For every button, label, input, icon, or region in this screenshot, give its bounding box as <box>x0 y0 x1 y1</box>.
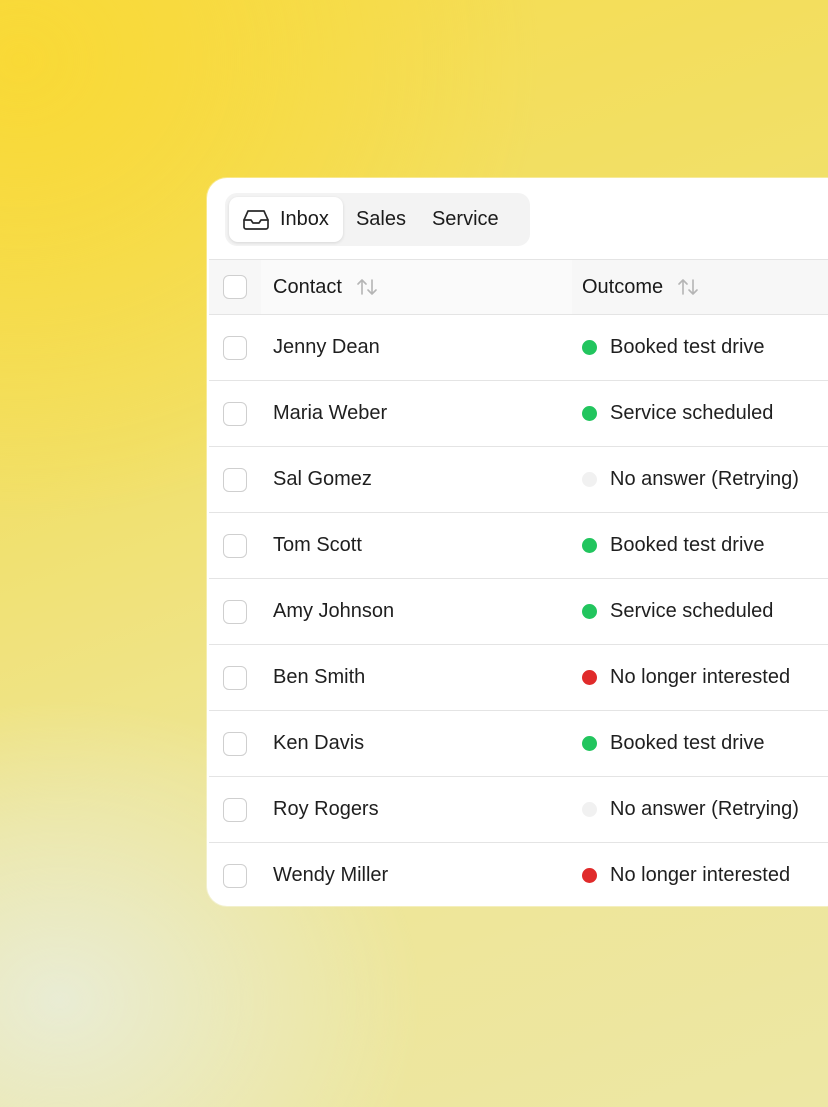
inbox-icon <box>242 209 270 231</box>
table-row[interactable]: Maria Weber Service scheduled <box>209 380 828 446</box>
tab-inbox-label: Inbox <box>280 208 329 230</box>
contact-cell: Roy Rogers <box>273 798 379 820</box>
status-dot <box>582 868 597 883</box>
table-row[interactable]: Ken Davis Booked test drive <box>209 710 828 776</box>
contacts-panel: Inbox Sales Service Contact Outcome Jenn… <box>207 178 828 906</box>
contact-cell: Amy Johnson <box>273 600 395 622</box>
contact-header[interactable]: Contact <box>261 260 572 314</box>
row-check-cell <box>209 711 261 776</box>
table-row[interactable]: Sal Gomez No answer (Retrying) <box>209 446 828 512</box>
outcome-text: Booked test drive <box>610 732 765 754</box>
row-checkbox[interactable] <box>223 467 247 492</box>
row-check-cell <box>209 579 261 644</box>
status-dot <box>582 472 597 487</box>
row-checkbox[interactable] <box>223 599 247 624</box>
tab-bar: Inbox Sales Service <box>225 193 530 246</box>
status-dot <box>582 538 597 553</box>
outcome-cell: No longer interested <box>572 843 828 904</box>
row-check-cell <box>209 447 261 512</box>
contact-header-label: Contact <box>273 275 342 298</box>
outcome-cell: Booked test drive <box>572 315 828 380</box>
outcome-cell: No longer interested <box>572 645 828 710</box>
table-row[interactable]: Tom Scott Booked test drive <box>209 512 828 578</box>
row-check-cell <box>209 843 261 904</box>
table-row[interactable]: Jenny Dean Booked test drive <box>209 314 828 380</box>
tab-sales-label: Sales <box>355 208 406 230</box>
outcome-cell: Service scheduled <box>572 579 828 644</box>
outcome-text: No longer interested <box>610 864 791 886</box>
select-all-cell <box>209 260 261 314</box>
outcome-text: Service scheduled <box>610 600 774 622</box>
contact-cell: Ken Davis <box>273 732 365 754</box>
row-checkbox[interactable] <box>223 863 247 888</box>
row-checkbox[interactable] <box>223 797 247 822</box>
row-check-cell <box>209 513 261 578</box>
sort-icon[interactable] <box>356 277 378 297</box>
outcome-text: Booked test drive <box>610 534 765 556</box>
contact-cell: Wendy Miller <box>273 864 389 886</box>
tab-inbox[interactable]: Inbox <box>229 197 343 242</box>
status-dot <box>582 340 597 355</box>
tab-sales[interactable]: Sales <box>343 197 419 242</box>
status-dot <box>582 670 597 685</box>
outcome-cell: Booked test drive <box>572 711 828 776</box>
row-checkbox[interactable] <box>223 401 247 426</box>
outcome-header[interactable]: Outcome <box>572 260 828 314</box>
table-header: Contact Outcome <box>209 259 828 314</box>
row-check-cell <box>209 777 261 842</box>
outcome-text: No answer (Retrying) <box>610 468 799 490</box>
status-dot <box>582 406 597 421</box>
row-checkbox[interactable] <box>223 731 247 756</box>
status-dot <box>582 802 597 817</box>
row-check-cell <box>209 381 261 446</box>
outcome-text: No answer (Retrying) <box>610 798 799 820</box>
outcome-text: Service scheduled <box>610 402 774 424</box>
outcome-text: No longer interested <box>610 666 791 688</box>
contact-cell: Maria Weber <box>273 402 388 424</box>
contact-cell: Jenny Dean <box>273 336 380 358</box>
contacts-table: Contact Outcome Jenny Dean Booked test d… <box>209 259 828 904</box>
row-checkbox[interactable] <box>223 665 247 690</box>
status-dot <box>582 736 597 751</box>
contact-cell: Tom Scott <box>273 534 362 556</box>
table-row[interactable]: Wendy Miller No longer interested <box>209 842 828 904</box>
outcome-header-label: Outcome <box>582 275 664 298</box>
status-dot <box>582 604 597 619</box>
sort-icon[interactable] <box>677 277 699 297</box>
select-all-checkbox[interactable] <box>223 275 247 299</box>
row-check-cell <box>209 315 261 380</box>
row-checkbox[interactable] <box>223 335 247 360</box>
contact-cell: Sal Gomez <box>273 468 372 490</box>
row-checkbox[interactable] <box>223 533 247 558</box>
outcome-cell: No answer (Retrying) <box>572 447 828 512</box>
table-row[interactable]: Roy Rogers No answer (Retrying) <box>209 776 828 842</box>
table-row[interactable]: Amy Johnson Service scheduled <box>209 578 828 644</box>
row-check-cell <box>209 645 261 710</box>
tab-service-label: Service <box>431 208 499 230</box>
outcome-text: Booked test drive <box>610 336 765 358</box>
table-row[interactable]: Ben Smith No longer interested <box>209 644 828 710</box>
contact-cell: Ben Smith <box>273 666 366 688</box>
tab-service[interactable]: Service <box>419 197 512 242</box>
outcome-cell: Booked test drive <box>572 513 828 578</box>
outcome-cell: No answer (Retrying) <box>572 777 828 842</box>
outcome-cell: Service scheduled <box>572 381 828 446</box>
